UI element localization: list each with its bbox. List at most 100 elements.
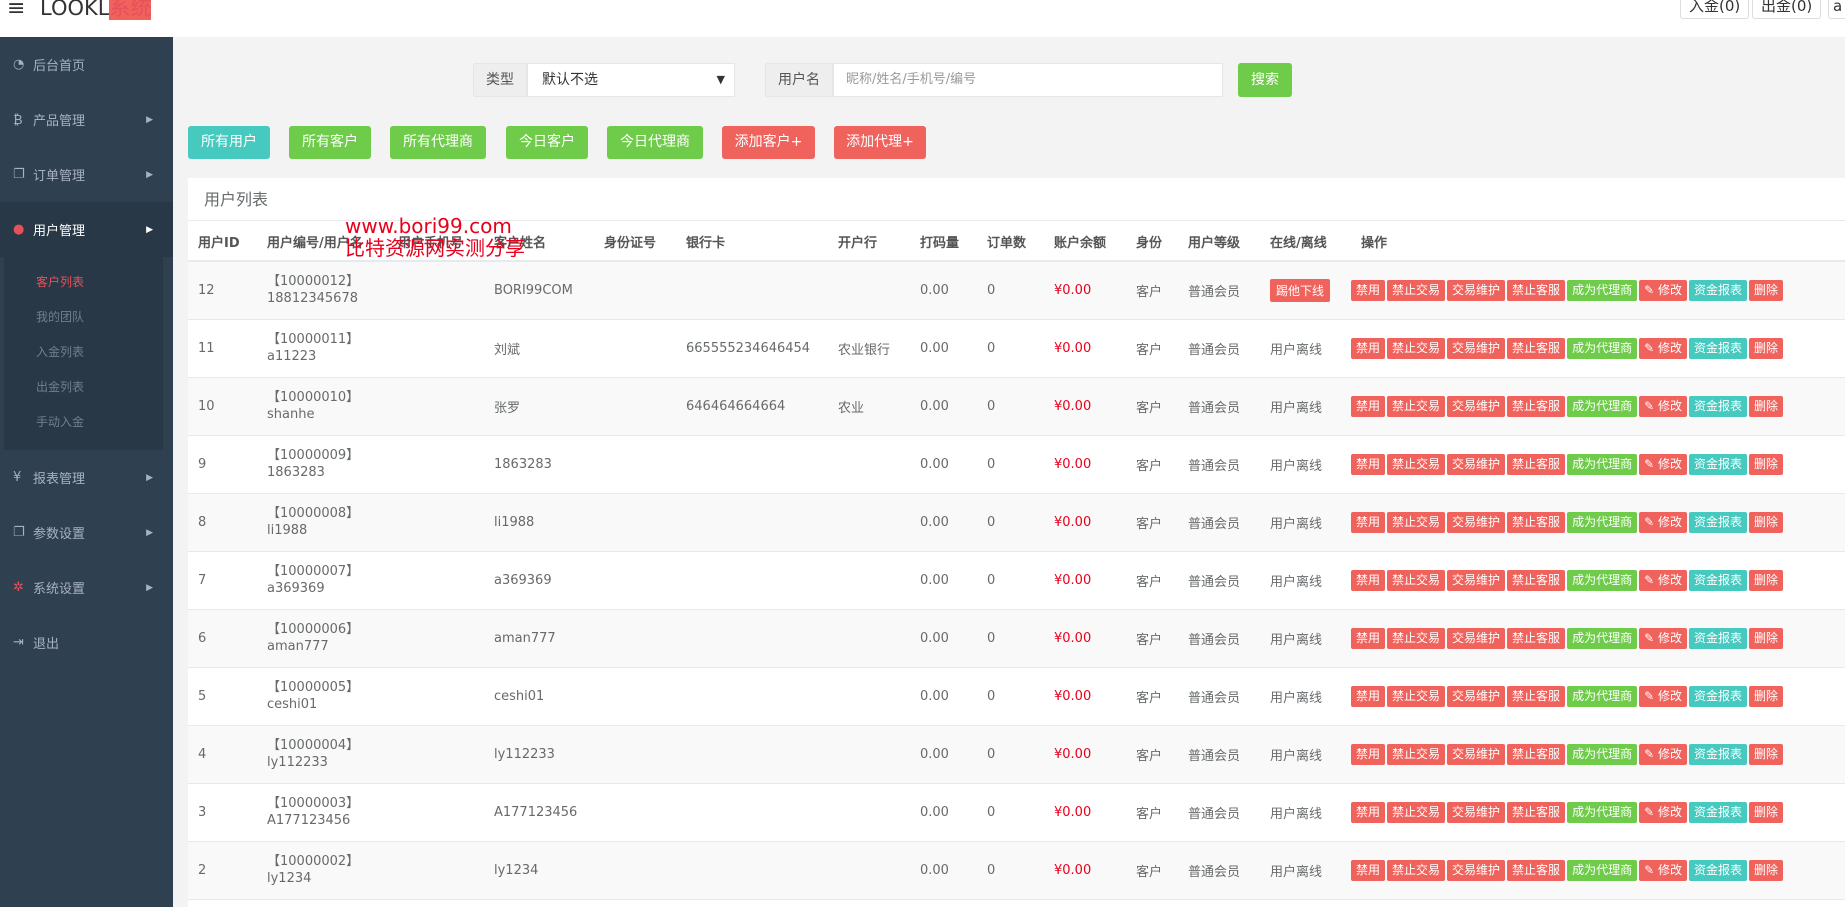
action-button-3[interactable]: 禁止客服 (1507, 279, 1566, 301)
action-button-1[interactable]: 禁止交易 (1387, 511, 1446, 533)
action-button-2[interactable]: 交易维护 (1447, 743, 1506, 765)
action-button-2[interactable]: 交易维护 (1447, 569, 1506, 591)
action-button-7[interactable]: 删除 (1748, 685, 1783, 707)
filter-today-agents-button[interactable]: 今日代理商 (607, 126, 703, 159)
action-button-4[interactable]: 成为代理商 (1567, 801, 1638, 823)
user-button[interactable]: a (1828, 0, 1845, 19)
action-button-1[interactable]: 禁止交易 (1387, 395, 1446, 417)
action-button-3[interactable]: 禁止客服 (1507, 337, 1566, 359)
action-button-0[interactable]: 禁用 (1351, 627, 1386, 649)
action-button-5[interactable]: ✎ 修改 (1639, 279, 1687, 301)
submenu-item-customers[interactable]: 客户列表 (4, 265, 163, 300)
action-button-4[interactable]: 成为代理商 (1567, 685, 1638, 707)
action-button-6[interactable]: 资金报表 (1688, 279, 1747, 301)
action-button-6[interactable]: 资金报表 (1688, 685, 1747, 707)
action-button-6[interactable]: 资金报表 (1688, 859, 1747, 881)
action-button-6[interactable]: 资金报表 (1688, 511, 1747, 533)
sidebar-item-logout[interactable]: ⇥ 退出 (0, 615, 173, 670)
action-button-5[interactable]: ✎ 修改 (1639, 801, 1687, 823)
action-button-7[interactable]: 删除 (1748, 569, 1783, 591)
search-button[interactable]: 搜索 (1238, 63, 1292, 97)
action-button-1[interactable]: 禁止交易 (1387, 279, 1446, 301)
action-button-4[interactable]: 成为代理商 (1567, 395, 1638, 417)
filter-all-agents-button[interactable]: 所有代理商 (390, 126, 486, 159)
action-button-6[interactable]: 资金报表 (1688, 743, 1747, 765)
submenu-item-team[interactable]: 我的团队 (4, 300, 163, 335)
action-button-7[interactable]: 删除 (1748, 279, 1783, 301)
action-button-0[interactable]: 禁用 (1351, 685, 1386, 707)
action-button-5[interactable]: ✎ 修改 (1639, 627, 1687, 649)
action-button-1[interactable]: 禁止交易 (1387, 453, 1446, 475)
action-button-1[interactable]: 禁止交易 (1387, 801, 1446, 823)
filter-today-customers-button[interactable]: 今日客户 (506, 126, 588, 159)
action-button-6[interactable]: 资金报表 (1688, 453, 1747, 475)
add-agent-button[interactable]: 添加代理+ (834, 126, 926, 159)
action-button-0[interactable]: 禁用 (1351, 337, 1386, 359)
add-customer-button[interactable]: 添加客户+ (722, 126, 815, 159)
action-button-4[interactable]: 成为代理商 (1567, 279, 1638, 301)
action-button-2[interactable]: 交易维护 (1447, 337, 1506, 359)
action-button-2[interactable]: 交易维护 (1447, 801, 1506, 823)
action-button-5[interactable]: ✎ 修改 (1639, 743, 1687, 765)
action-button-5[interactable]: ✎ 修改 (1639, 337, 1687, 359)
action-button-4[interactable]: 成为代理商 (1567, 627, 1638, 649)
action-button-6[interactable]: 资金报表 (1688, 569, 1747, 591)
sidebar-item-products[interactable]: ₿ 产品管理 ▶ (0, 92, 173, 147)
action-button-7[interactable]: 删除 (1748, 859, 1783, 881)
filter-all-users-button[interactable]: 所有用户 (188, 126, 270, 159)
action-button-3[interactable]: 禁止客服 (1507, 453, 1566, 475)
action-button-0[interactable]: 禁用 (1351, 743, 1386, 765)
action-button-6[interactable]: 资金报表 (1688, 337, 1747, 359)
action-button-3[interactable]: 禁止客服 (1507, 743, 1566, 765)
action-button-0[interactable]: 禁用 (1351, 395, 1386, 417)
action-button-7[interactable]: 删除 (1748, 453, 1783, 475)
kick-offline-button[interactable]: 踢他下线 (1270, 278, 1331, 302)
action-button-3[interactable]: 禁止客服 (1507, 569, 1566, 591)
action-button-3[interactable]: 禁止客服 (1507, 859, 1566, 881)
action-button-2[interactable]: 交易维护 (1447, 627, 1506, 649)
action-button-4[interactable]: 成为代理商 (1567, 743, 1638, 765)
sidebar-item-params[interactable]: ❐ 参数设置 ▶ (0, 505, 173, 560)
action-button-4[interactable]: 成为代理商 (1567, 453, 1638, 475)
submenu-item-deposits[interactable]: 入金列表 (4, 335, 163, 370)
action-button-5[interactable]: ✎ 修改 (1639, 685, 1687, 707)
action-button-1[interactable]: 禁止交易 (1387, 743, 1446, 765)
action-button-2[interactable]: 交易维护 (1447, 453, 1506, 475)
action-button-2[interactable]: 交易维护 (1447, 395, 1506, 417)
action-button-6[interactable]: 资金报表 (1688, 627, 1747, 649)
withdraw-button[interactable]: 出金(0) (1752, 0, 1822, 19)
action-button-6[interactable]: 资金报表 (1688, 395, 1747, 417)
action-button-7[interactable]: 删除 (1748, 627, 1783, 649)
action-button-4[interactable]: 成为代理商 (1567, 859, 1638, 881)
action-button-7[interactable]: 删除 (1748, 801, 1783, 823)
action-button-5[interactable]: ✎ 修改 (1639, 511, 1687, 533)
deposit-button[interactable]: 入金(0) (1680, 0, 1750, 19)
action-button-0[interactable]: 禁用 (1351, 453, 1386, 475)
action-button-4[interactable]: 成为代理商 (1567, 511, 1638, 533)
action-button-4[interactable]: 成为代理商 (1567, 337, 1638, 359)
action-button-3[interactable]: 禁止客服 (1507, 395, 1566, 417)
action-button-0[interactable]: 禁用 (1351, 859, 1386, 881)
action-button-3[interactable]: 禁止客服 (1507, 627, 1566, 649)
action-button-5[interactable]: ✎ 修改 (1639, 569, 1687, 591)
sidebar-item-home[interactable]: ◔ 后台首页 (0, 37, 173, 92)
action-button-0[interactable]: 禁用 (1351, 279, 1386, 301)
action-button-0[interactable]: 禁用 (1351, 511, 1386, 533)
sidebar-item-reports[interactable]: ¥ 报表管理 ▶ (0, 450, 173, 505)
action-button-2[interactable]: 交易维护 (1447, 685, 1506, 707)
action-button-5[interactable]: ✎ 修改 (1639, 453, 1687, 475)
username-search-input[interactable]: 昵称/姓名/手机号/编号 (833, 63, 1223, 97)
action-button-3[interactable]: 禁止客服 (1507, 801, 1566, 823)
action-button-1[interactable]: 禁止交易 (1387, 627, 1446, 649)
sidebar-item-system[interactable]: ✲ 系统设置 ▶ (0, 560, 173, 615)
action-button-0[interactable]: 禁用 (1351, 569, 1386, 591)
action-button-7[interactable]: 删除 (1748, 511, 1783, 533)
action-button-2[interactable]: 交易维护 (1447, 279, 1506, 301)
action-button-1[interactable]: 禁止交易 (1387, 569, 1446, 591)
action-button-1[interactable]: 禁止交易 (1387, 859, 1446, 881)
submenu-item-withdrawals[interactable]: 出金列表 (4, 370, 163, 405)
sidebar-item-orders[interactable]: ❐ 订单管理 ▶ (0, 147, 173, 202)
action-button-2[interactable]: 交易维护 (1447, 511, 1506, 533)
action-button-1[interactable]: 禁止交易 (1387, 685, 1446, 707)
action-button-2[interactable]: 交易维护 (1447, 859, 1506, 881)
